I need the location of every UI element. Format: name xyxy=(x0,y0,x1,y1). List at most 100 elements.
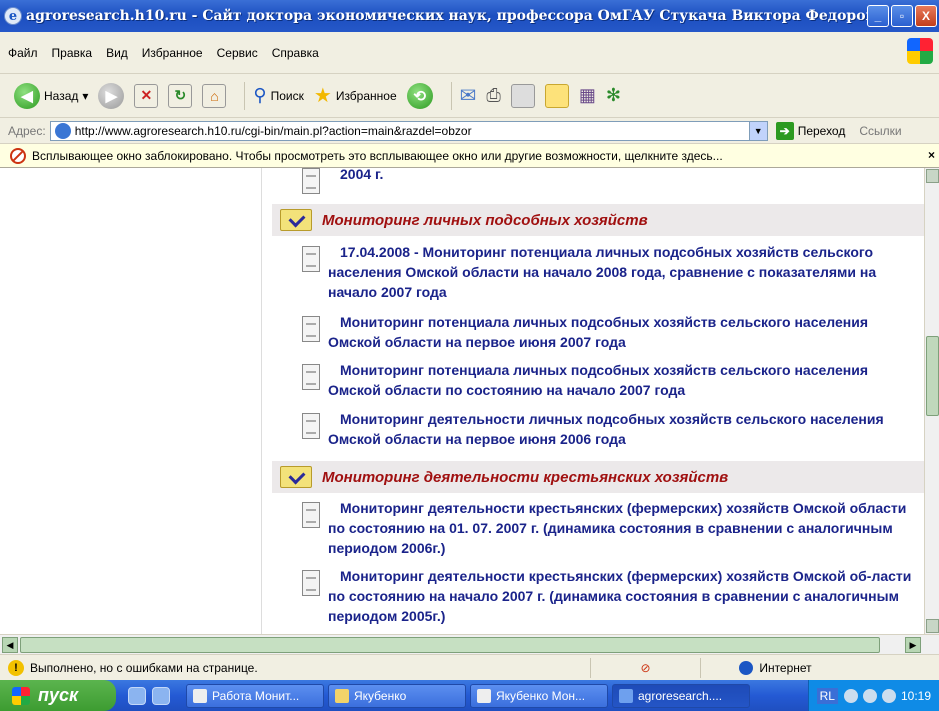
popup-blocked-icon[interactable]: ⊘ xyxy=(640,661,650,675)
horizontal-scrollbar[interactable]: ◀ ▶ xyxy=(0,634,939,654)
list-item[interactable]: Мониторинг деятельности крестьянских (фе… xyxy=(302,566,922,626)
mail-button[interactable]: ✉ xyxy=(460,83,477,108)
menu-edit[interactable]: Правка xyxy=(52,46,93,60)
word-icon xyxy=(193,688,207,703)
search-icon: ⚲ xyxy=(253,85,267,105)
windows-flag-icon xyxy=(12,686,30,705)
scroll-thumb[interactable] xyxy=(926,336,939,416)
address-input[interactable]: http://www.agroresearch.h10.ru/cgi-bin/m… xyxy=(49,120,768,141)
section-header: Мониторинг личных подсобных хозяйств xyxy=(272,204,924,236)
forward-button[interactable]: ▶ xyxy=(98,82,125,109)
discuss-button[interactable] xyxy=(544,83,569,108)
forward-arrow-icon: ▶ xyxy=(98,82,125,109)
go-button[interactable]: ➔ Переход xyxy=(775,121,846,140)
item-link[interactable]: Мониторинг деятельности крестьянских (фе… xyxy=(328,566,922,626)
scroll-up-icon[interactable] xyxy=(926,169,939,183)
print-icon: ⎙ xyxy=(486,85,501,105)
language-indicator[interactable]: RL xyxy=(816,687,838,704)
horizontal-scroll-thumb[interactable] xyxy=(20,637,880,653)
taskbar-button[interactable]: agroresearch.... xyxy=(612,683,750,708)
favorites-button[interactable]: ★ Избранное xyxy=(314,83,397,108)
document-icon xyxy=(302,413,320,439)
taskbar: пуск Работа Монит... Якубенко Якубенко М… xyxy=(0,680,939,711)
print-button[interactable]: ⎙ xyxy=(486,85,500,106)
item-link[interactable]: 2004 г. xyxy=(328,168,383,194)
title-bar: e agroresearch.h10.ru - Сайт доктора эко… xyxy=(0,0,939,32)
menu-favorites[interactable]: Избранное xyxy=(142,46,203,60)
item-link[interactable]: Мониторинг потенциала личных подсобных х… xyxy=(328,312,922,352)
history-button[interactable]: ⟲ xyxy=(406,82,433,109)
ie-icon xyxy=(619,688,633,703)
left-column xyxy=(0,168,262,634)
start-button[interactable]: пуск xyxy=(0,680,116,711)
research-icon: ▦ xyxy=(578,85,596,105)
menu-tools[interactable]: Сервис xyxy=(217,46,258,60)
tray-icon[interactable] xyxy=(881,688,896,703)
home-icon: ⌂ xyxy=(202,83,227,108)
popup-blocked-text[interactable]: Всплывающее окно заблокировано. Чтобы пр… xyxy=(32,149,723,163)
address-dropdown-icon[interactable]: ▼ xyxy=(748,121,767,140)
toolbar: ◀ Назад ▾ ▶ ✕ ↻ ⌂ ⚲ Поиск ★ Избранное ⟲ … xyxy=(0,74,939,118)
vertical-scrollbar[interactable] xyxy=(924,168,939,634)
system-tray: RL 10:19 xyxy=(807,680,939,711)
scroll-left-icon[interactable]: ◀ xyxy=(2,637,18,653)
main-column: 2004 г. Мониторинг личных подсобных хозя… xyxy=(270,168,924,634)
home-button[interactable]: ⌂ xyxy=(202,83,227,108)
taskbar-button-label: Якубенко Мон... xyxy=(496,688,586,703)
infobar-close-icon[interactable]: × xyxy=(928,148,935,162)
note-icon xyxy=(544,83,569,108)
address-label: Адрес: xyxy=(8,123,46,138)
menu-view[interactable]: Вид xyxy=(106,46,128,60)
word-icon xyxy=(477,688,491,703)
window-title: agroresearch.h10.ru - Сайт доктора эконо… xyxy=(26,8,867,24)
taskbar-button[interactable]: Работа Монит... xyxy=(186,683,324,708)
menu-file[interactable]: Файл xyxy=(8,46,38,60)
section-title: Мониторинг деятельности крестьянских хоз… xyxy=(322,468,729,486)
taskbar-button[interactable]: Якубенко xyxy=(328,683,466,708)
history-icon: ⟲ xyxy=(406,82,433,109)
list-item[interactable]: Мониторинг деятельности крестьянских (фе… xyxy=(302,498,922,558)
back-button[interactable]: ◀ Назад ▾ xyxy=(14,82,88,109)
messenger-button[interactable]: ✻ xyxy=(606,85,621,106)
back-label: Назад xyxy=(44,88,79,103)
maximize-button[interactable]: ▫ xyxy=(891,5,913,27)
warning-icon[interactable]: ! xyxy=(8,659,24,676)
mail-icon: ✉ xyxy=(459,85,477,107)
list-item[interactable]: Мониторинг потенциала личных подсобных х… xyxy=(302,360,922,400)
close-button[interactable]: X xyxy=(915,5,937,27)
scroll-right-icon[interactable]: ▶ xyxy=(905,637,921,653)
list-item[interactable]: 2004 г. xyxy=(302,168,922,194)
menu-help[interactable]: Справка xyxy=(272,46,319,60)
item-link[interactable]: Мониторинг деятельности личных подсобных… xyxy=(328,409,922,449)
item-link[interactable]: Мониторинг потенциала личных подсобных х… xyxy=(328,360,922,400)
edit-button[interactable] xyxy=(510,83,535,108)
page-icon xyxy=(54,122,71,139)
page-content: 2004 г. Мониторинг личных подсобных хозя… xyxy=(0,168,924,634)
list-item[interactable]: Мониторинг деятельности личных подсобных… xyxy=(302,409,922,449)
address-url[interactable]: http://www.agroresearch.h10.ru/cgi-bin/m… xyxy=(75,124,472,138)
search-label: Поиск xyxy=(270,88,304,103)
stop-button[interactable]: ✕ xyxy=(134,83,159,108)
windows-logo-icon xyxy=(907,38,933,64)
list-item[interactable]: 17.04.2008 - Мониторинг потенциала личны… xyxy=(302,242,922,302)
list-item[interactable]: Мониторинг потенциала личных подсобных х… xyxy=(302,312,922,352)
minimize-button[interactable]: _ xyxy=(867,5,889,27)
popup-blocked-bar[interactable]: Всплывающее окно заблокировано. Чтобы пр… xyxy=(0,144,939,168)
start-label: пуск xyxy=(38,685,79,705)
scroll-down-icon[interactable] xyxy=(926,619,939,633)
search-button[interactable]: ⚲ Поиск xyxy=(253,85,303,106)
taskbar-button-label: Якубенко xyxy=(354,688,407,703)
links-button[interactable]: Ссылки xyxy=(859,124,901,138)
research-button[interactable]: ▦ xyxy=(579,85,596,106)
back-dropdown-icon[interactable]: ▾ xyxy=(82,89,88,103)
item-link[interactable]: 17.04.2008 - Мониторинг потенциала личны… xyxy=(328,242,922,302)
refresh-button[interactable]: ↻ xyxy=(168,83,193,108)
taskbar-button[interactable]: Якубенко Мон... xyxy=(470,683,608,708)
go-label: Переход xyxy=(797,123,846,138)
document-icon xyxy=(302,502,320,528)
ie-quicklaunch-icon[interactable] xyxy=(128,686,146,705)
show-desktop-icon[interactable] xyxy=(152,686,170,705)
item-link[interactable]: Мониторинг деятельности крестьянских (фе… xyxy=(328,498,922,558)
tray-icon[interactable] xyxy=(862,688,877,703)
tray-icon[interactable] xyxy=(843,688,858,703)
